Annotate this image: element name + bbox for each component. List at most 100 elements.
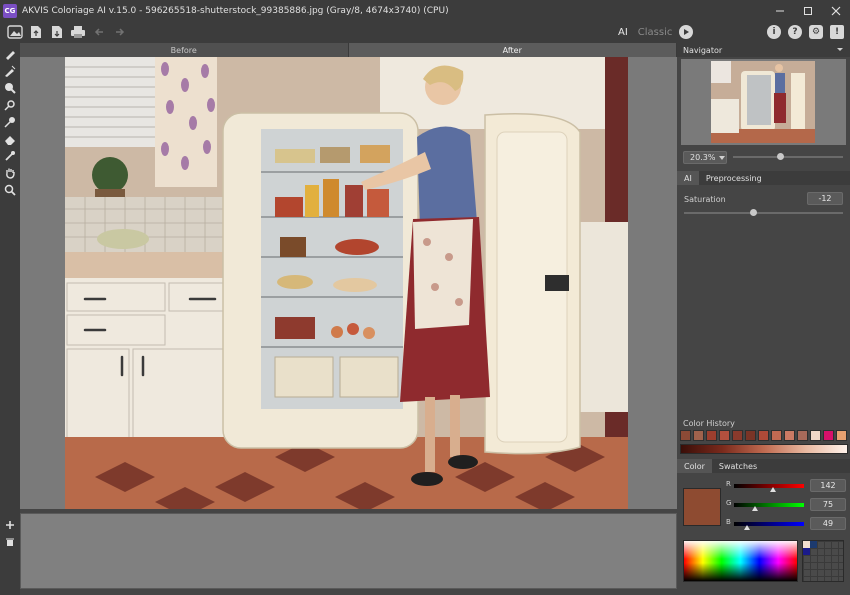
magic-wand-tool[interactable] xyxy=(3,98,17,112)
colorized-photo xyxy=(65,57,628,509)
photo-illustration xyxy=(65,57,628,509)
run-button[interactable] xyxy=(679,25,693,39)
tab-swatches[interactable]: Swatches xyxy=(712,459,764,473)
red-input[interactable]: 142 xyxy=(810,479,846,492)
mode-ai-toggle[interactable]: AI xyxy=(618,27,628,38)
navigator-header: Navigator xyxy=(677,43,850,57)
mode-classic-toggle[interactable]: Classic xyxy=(638,27,673,38)
maximize-icon xyxy=(804,6,812,15)
minimize-icon xyxy=(776,10,784,11)
notification-icon[interactable]: ! xyxy=(830,25,844,39)
color-history-swatch[interactable] xyxy=(745,430,756,441)
magic-wand-icon xyxy=(4,100,15,111)
stroke-tool[interactable] xyxy=(3,64,17,78)
delete-button[interactable] xyxy=(3,535,17,549)
redo-icon xyxy=(116,28,125,36)
tab-preprocessing[interactable]: Preprocessing xyxy=(699,171,769,185)
grid-swatch[interactable] xyxy=(803,541,810,548)
brush-icon xyxy=(6,51,15,60)
color-history-swatch[interactable] xyxy=(693,430,704,441)
saturation-slider-thumb[interactable] xyxy=(750,209,757,216)
color-history-swatch[interactable] xyxy=(836,430,847,441)
info-icon[interactable]: i xyxy=(767,25,781,39)
toolbar-right-icons: i ? ⚙ ! xyxy=(767,23,844,39)
green-input[interactable]: 75 xyxy=(810,498,846,511)
saturation-slider[interactable] xyxy=(684,212,843,214)
eyedropper-icon xyxy=(4,117,15,128)
grid-swatch[interactable] xyxy=(810,541,817,548)
recent-swatches-grid[interactable] xyxy=(802,540,844,582)
color-history-swatch[interactable] xyxy=(797,430,808,441)
magic-tube-tool[interactable] xyxy=(3,81,17,95)
color-picker-tool[interactable] xyxy=(3,149,17,163)
blue-input[interactable]: 49 xyxy=(810,517,846,530)
color-history-gradient[interactable] xyxy=(680,444,848,454)
saturation-input[interactable]: -12 xyxy=(807,192,843,205)
collapse-icon[interactable] xyxy=(836,47,844,53)
settings-body xyxy=(677,233,850,418)
trash-icon xyxy=(6,538,14,546)
save-icon xyxy=(52,26,62,38)
red-slider-thumb[interactable] xyxy=(769,487,776,492)
current-color-swatch[interactable] xyxy=(683,488,721,526)
mode-switch: AI Classic xyxy=(618,21,672,43)
color-history-swatch[interactable] xyxy=(758,430,769,441)
window-controls xyxy=(766,0,850,21)
green-label: G xyxy=(726,499,732,507)
grid-swatch[interactable] xyxy=(803,548,810,555)
pipette-icon xyxy=(5,151,15,161)
color-history-title: Color History xyxy=(683,419,735,428)
blue-slider-thumb[interactable] xyxy=(744,525,751,530)
zoom-tool[interactable] xyxy=(3,183,17,197)
open-file-button[interactable] xyxy=(27,23,45,41)
navigator-title: Navigator xyxy=(683,45,723,55)
close-button[interactable] xyxy=(822,0,850,21)
tools-panel xyxy=(0,43,20,595)
eyedropper-tool[interactable] xyxy=(3,115,17,129)
print-button[interactable] xyxy=(69,23,87,41)
color-history-swatch[interactable] xyxy=(784,430,795,441)
color-history-swatch[interactable] xyxy=(823,430,834,441)
color-history-swatch[interactable] xyxy=(771,430,782,441)
tab-after[interactable]: After xyxy=(348,43,677,57)
close-icon xyxy=(831,6,841,15)
settings-tabs: AI Preprocessing xyxy=(677,171,850,185)
undo-button[interactable] xyxy=(90,23,108,41)
eraser-icon xyxy=(5,136,15,145)
minimize-button[interactable] xyxy=(766,0,794,21)
maximize-button[interactable] xyxy=(794,0,822,21)
image-canvas[interactable] xyxy=(20,57,677,509)
color-history-swatch[interactable] xyxy=(732,430,743,441)
green-slider-thumb[interactable] xyxy=(751,506,758,511)
print-icon xyxy=(71,26,85,38)
green-slider[interactable] xyxy=(734,503,804,507)
brush-tool[interactable] xyxy=(3,47,17,61)
open-image-button[interactable] xyxy=(6,23,24,41)
color-tabs: Color Swatches xyxy=(677,459,850,473)
color-history-swatch[interactable] xyxy=(706,430,717,441)
tab-before[interactable]: Before xyxy=(20,43,349,57)
tab-ai[interactable]: AI xyxy=(677,171,699,185)
color-spectrum-picker[interactable] xyxy=(683,540,798,582)
help-icon[interactable]: ? xyxy=(788,25,802,39)
settings-icon[interactable]: ⚙ xyxy=(809,25,823,39)
redo-button[interactable] xyxy=(111,23,129,41)
before-after-tabs: Before After xyxy=(20,43,677,57)
tab-color[interactable]: Color xyxy=(677,459,712,473)
zoom-slider[interactable] xyxy=(733,156,843,158)
app-logo-icon: CG xyxy=(3,3,17,18)
add-button[interactable] xyxy=(3,518,17,532)
zoom-icon xyxy=(4,184,16,196)
eraser-tool[interactable] xyxy=(3,132,17,146)
zoom-slider-thumb[interactable] xyxy=(777,153,785,160)
stroke-brush-icon xyxy=(5,65,16,77)
saturation-label: Saturation xyxy=(684,195,726,204)
hand-tool[interactable] xyxy=(3,166,17,180)
save-button[interactable] xyxy=(48,23,66,41)
color-history-swatch[interactable] xyxy=(719,430,730,441)
color-history-swatch[interactable] xyxy=(680,430,691,441)
navigator-preview[interactable] xyxy=(681,59,846,145)
zoom-dropdown[interactable]: 20.3% xyxy=(683,151,727,164)
color-history-swatch[interactable] xyxy=(810,430,821,441)
main-toolbar: AI Classic i ? ⚙ ! xyxy=(0,21,850,43)
